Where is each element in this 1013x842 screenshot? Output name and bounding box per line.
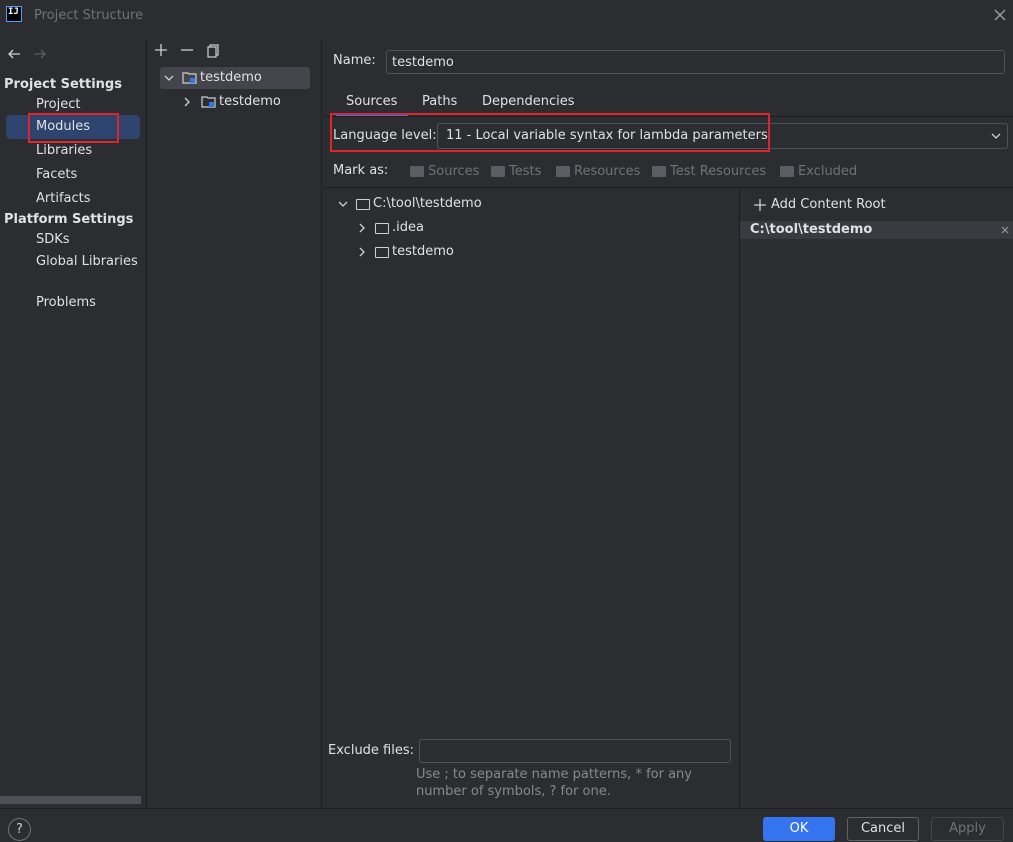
file-tree-root-row[interactable]: C:\tool\testdemo [338, 193, 482, 215]
mark-as-sources-button[interactable]: Sources [410, 164, 479, 179]
help-button[interactable]: ? [8, 818, 31, 841]
name-label: Name: [333, 53, 376, 68]
module-settings-panel [323, 38, 1013, 808]
nav-item-facets[interactable]: Facets [6, 163, 140, 187]
close-icon[interactable] [1001, 226, 1009, 234]
chevron-right-icon[interactable] [357, 247, 367, 257]
nav-item-artifacts[interactable]: Artifacts [6, 187, 140, 211]
mark-as-resources-button[interactable]: Resources [556, 164, 640, 179]
mark-as-tests-label: Tests [509, 164, 542, 179]
content-roots-divider [739, 188, 740, 808]
mark-as-resources-label: Resources [574, 164, 641, 179]
module-name-input[interactable] [386, 50, 1005, 74]
mark-as-test-resources-button[interactable]: Test Resources [652, 164, 766, 179]
apply-button[interactable]: Apply [931, 817, 1004, 841]
title-bar [0, 0, 1013, 32]
nav-item-global-libraries[interactable]: Global Libraries [6, 250, 140, 274]
mark-as-excluded-button[interactable]: Excluded [780, 164, 857, 179]
back-arrow-icon[interactable] [6, 46, 22, 62]
app-icon: IJ [6, 6, 22, 22]
module-tree-child-label[interactable]: testdemo [219, 91, 281, 113]
cancel-button[interactable]: Cancel [847, 817, 919, 841]
module-icon [201, 95, 217, 109]
add-content-root-label: Add Content Root [771, 197, 886, 212]
content-root-path: C:\tool\testdemo [750, 222, 873, 237]
file-tree-row-idea[interactable]: .idea [357, 217, 424, 239]
chevron-right-icon[interactable] [182, 97, 192, 107]
language-level-highlight-box [330, 113, 770, 152]
file-tree-item-label: .idea [392, 220, 424, 235]
forward-arrow-icon[interactable] [32, 46, 48, 62]
folder-icon [652, 166, 666, 177]
folder-icon [375, 222, 389, 234]
mark-as-tests-button[interactable]: Tests [491, 164, 541, 179]
exclude-files-input[interactable] [419, 739, 731, 763]
file-tree-root-label: C:\tool\testdemo [373, 196, 482, 211]
module-icon [182, 71, 198, 85]
add-content-root-button[interactable]: Add Content Root [753, 197, 886, 212]
chevron-down-icon[interactable] [338, 199, 348, 209]
folder-icon [410, 166, 424, 177]
folder-icon [375, 246, 389, 258]
exclude-files-hint: Use ; to separate name patterns, * for a… [416, 767, 692, 782]
nav-item-problems[interactable]: Problems [6, 291, 140, 315]
file-tree-row-testdemo[interactable]: testdemo [357, 241, 454, 263]
modules-highlight-box [28, 113, 119, 143]
ok-button[interactable]: OK [763, 817, 835, 841]
folder-icon [491, 166, 505, 177]
folder-icon [780, 166, 794, 177]
module-tree-panel [148, 38, 322, 808]
platform-settings-heading: Platform Settings [4, 212, 134, 227]
mark-as-excluded-label: Excluded [798, 164, 858, 179]
window-title: Project Structure [34, 8, 144, 23]
add-icon[interactable] [153, 42, 169, 58]
add-icon [754, 198, 766, 211]
project-settings-heading: Project Settings [4, 77, 122, 92]
mark-as-sources-label: Sources [428, 164, 480, 179]
mark-as-test-resources-label: Test Resources [670, 164, 767, 179]
remove-icon[interactable] [179, 42, 195, 58]
chevron-down-icon[interactable] [164, 73, 174, 83]
sidebar-scrollbar[interactable] [0, 796, 141, 804]
file-tree-item-label: testdemo [392, 244, 454, 259]
content-divider [323, 187, 1013, 188]
exclude-files-label: Exclude files: [328, 743, 415, 758]
mark-as-label: Mark as: [333, 163, 389, 178]
chevron-right-icon[interactable] [357, 223, 367, 233]
folder-icon [356, 198, 370, 210]
module-tree-root-label: testdemo [200, 70, 262, 85]
close-icon[interactable] [993, 8, 1007, 22]
chevron-down-icon[interactable] [990, 130, 1002, 142]
folder-icon [556, 166, 570, 177]
copy-icon[interactable] [205, 42, 221, 58]
exclude-files-hint: number of symbols, ? for one. [416, 784, 611, 799]
nav-item-sdks[interactable]: SDKs [6, 228, 140, 252]
